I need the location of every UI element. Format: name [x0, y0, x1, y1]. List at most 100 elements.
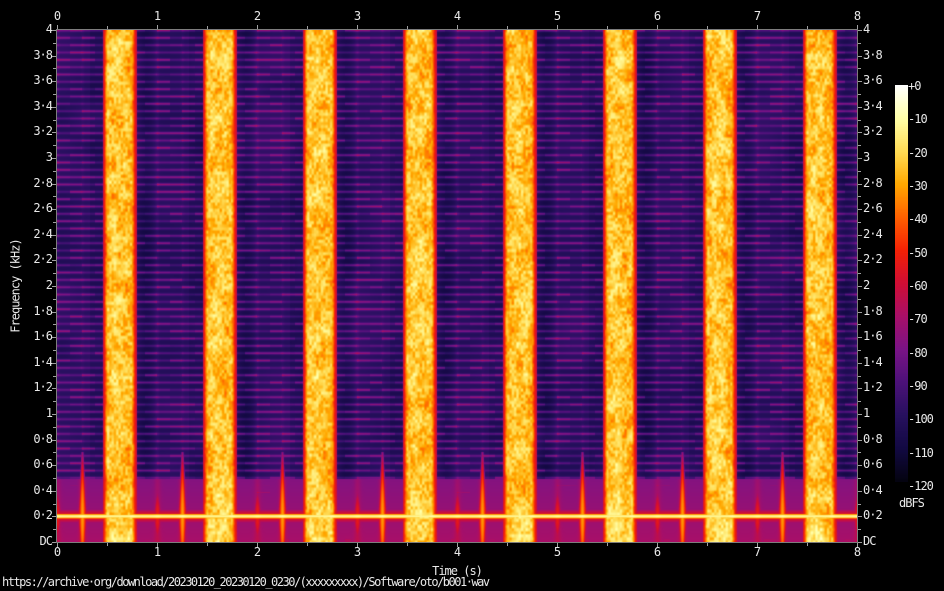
- x-tick-label-top: 7: [753, 9, 761, 23]
- y-tick-mark: [52, 158, 56, 159]
- x-tick-mark: [457, 25, 458, 29]
- y-minor-tick-mark: [53, 426, 56, 428]
- y-tick-label-right: 0·6: [863, 457, 883, 472]
- y-minor-tick-mark: [53, 452, 56, 454]
- x-minor-tick-mark: [307, 26, 308, 29]
- y-tick-label-right: 2: [863, 278, 870, 292]
- x-tick-label-bottom: 1: [153, 545, 161, 559]
- y-minor-tick-mark: [53, 42, 56, 44]
- y-tick-mark: [858, 542, 862, 543]
- y-tick-label-right: 2·2: [863, 252, 883, 267]
- y-minor-tick-mark: [53, 94, 56, 95]
- colorbar-tick-label: -60: [908, 279, 928, 293]
- y-minor-tick-mark: [53, 401, 56, 403]
- y-minor-tick-mark: [53, 298, 56, 300]
- y-tick-mark: [858, 106, 862, 108]
- y-tick-label-right: DC: [863, 534, 876, 548]
- x-tick-label-top: 5: [553, 9, 561, 23]
- y-tick-mark: [52, 439, 56, 441]
- x-tick-mark: [157, 25, 158, 29]
- x-minor-tick-mark: [607, 543, 608, 546]
- colorbar-tick-label: -110: [908, 445, 934, 460]
- url-caption: https://archive·org/download/20230120_20…: [2, 575, 490, 589]
- y-minor-tick-mark: [858, 222, 861, 223]
- y-tick-mark: [52, 55, 56, 57]
- x-tick-label-top: 3: [353, 9, 361, 23]
- y-minor-tick-mark: [858, 42, 861, 44]
- x-tick-label-top: 4: [453, 9, 461, 23]
- y-tick-label-left: 2·6: [33, 201, 53, 216]
- y-tick-label-left: 2·4: [33, 226, 53, 241]
- y-minor-tick-mark: [858, 273, 861, 275]
- colorbar-tick-label: -70: [908, 312, 928, 327]
- x-tick-mark: [557, 543, 558, 547]
- y-minor-tick-mark: [858, 119, 861, 121]
- y-tick-label-right: 2·8: [863, 175, 883, 190]
- x-tick-mark: [757, 543, 758, 547]
- colorbar-tick-label: -90: [908, 379, 928, 393]
- y-tick-mark: [52, 311, 56, 313]
- y-tick-mark: [858, 132, 862, 134]
- y-minor-tick-mark: [858, 452, 861, 454]
- x-tick-mark: [857, 543, 858, 547]
- y-tick-label-right: 3·4: [863, 98, 883, 113]
- y-tick-label-right: 1·8: [863, 303, 883, 318]
- x-tick-mark: [257, 543, 258, 547]
- x-tick-label-bottom: 5: [553, 545, 561, 559]
- y-tick-label-left: 1·2: [33, 380, 53, 395]
- y-tick-label-right: 3·2: [863, 124, 883, 139]
- y-tick-mark: [52, 490, 56, 492]
- y-minor-tick-mark: [53, 196, 56, 198]
- y-tick-mark: [858, 439, 862, 441]
- y-minor-tick-mark: [858, 401, 861, 403]
- y-tick-label-right: 3: [863, 150, 870, 164]
- x-minor-tick-mark: [207, 543, 208, 546]
- y-tick-mark: [858, 81, 862, 83]
- y-tick-mark: [52, 286, 56, 287]
- y-minor-tick-mark: [53, 68, 56, 70]
- y-tick-mark: [52, 542, 56, 543]
- y-minor-tick-mark: [858, 196, 861, 198]
- y-tick-label-left: 1: [45, 406, 53, 420]
- y-minor-tick-mark: [53, 247, 56, 249]
- y-tick-label-left: 0·8: [33, 431, 53, 446]
- y-tick-mark: [52, 516, 56, 518]
- y-tick-mark: [858, 311, 862, 313]
- y-tick-mark: [52, 260, 56, 262]
- y-tick-label-left: 0·2: [33, 508, 53, 523]
- y-minor-tick-mark: [53, 222, 56, 223]
- x-tick-label-top: 1: [153, 9, 161, 23]
- y-tick-label-right: 0·8: [863, 431, 883, 446]
- x-tick-mark: [57, 543, 58, 547]
- y-tick-mark: [858, 30, 862, 31]
- x-minor-tick-mark: [807, 543, 808, 546]
- y-tick-mark: [858, 183, 862, 185]
- y-tick-mark: [858, 414, 862, 415]
- y-tick-mark: [858, 516, 862, 518]
- x-tick-label-bottom: 2: [253, 545, 261, 559]
- x-minor-tick-mark: [407, 26, 408, 29]
- x-minor-tick-mark: [507, 543, 508, 546]
- y-minor-tick-mark: [53, 119, 56, 121]
- y-tick-mark: [858, 362, 862, 364]
- colorbar-gradient: [895, 85, 908, 482]
- y-tick-mark: [858, 260, 862, 262]
- y-tick-mark: [858, 55, 862, 57]
- y-tick-label-left: DC: [39, 534, 53, 548]
- y-minor-tick-mark: [53, 375, 56, 377]
- y-tick-mark: [858, 388, 862, 390]
- colorbar-tick-label: -20: [908, 145, 928, 160]
- x-tick-mark: [157, 543, 158, 547]
- colorbar-unit-label: dBFS: [899, 496, 925, 510]
- y-tick-label-left: 2: [45, 278, 53, 292]
- y-tick-label-left: 1·4: [33, 354, 53, 369]
- y-tick-mark: [858, 234, 862, 236]
- x-tick-label-bottom: 8: [853, 545, 861, 559]
- colorbar-tick-label: -100: [908, 412, 934, 427]
- y-tick-mark: [858, 158, 862, 159]
- y-minor-tick-mark: [858, 426, 861, 428]
- y-tick-mark: [52, 388, 56, 390]
- y-tick-label-right: 3·8: [863, 47, 883, 62]
- colorbar-tick-label: -30: [908, 179, 928, 193]
- y-minor-tick-mark: [858, 375, 861, 377]
